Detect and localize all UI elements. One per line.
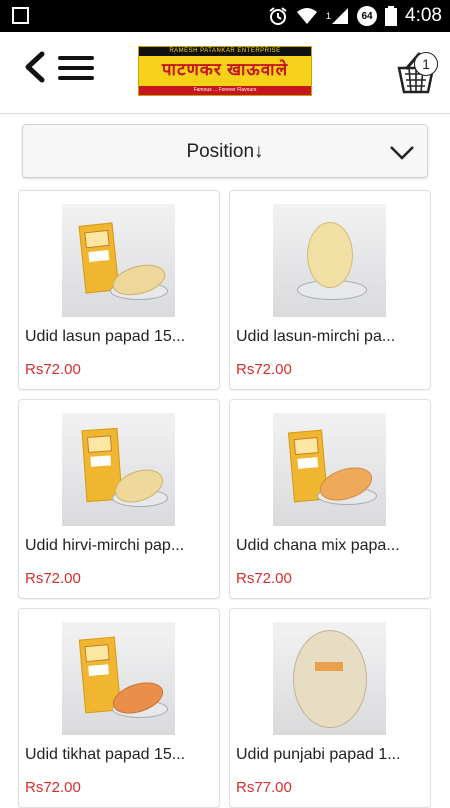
product-card[interactable]: Udid lasun papad 15... Rs72.00 [18,190,220,390]
chevron-down-icon [390,146,414,160]
product-image[interactable] [62,622,175,735]
product-image[interactable] [62,413,175,526]
status-bar: 1 64 4:08 [0,0,450,32]
product-image[interactable] [273,413,386,526]
product-price: Rs72.00 [25,779,81,796]
sort-dropdown[interactable]: Position↓ [22,124,428,178]
cart-count-badge[interactable]: 1 [414,52,438,76]
product-name[interactable]: Udid hirvi-mirchi pap... [25,537,213,555]
product-card[interactable]: Udid chana mix papa... Rs72.00 [229,399,431,599]
product-name[interactable]: Udid tikhat papad 15... [25,746,213,764]
recent-apps-icon [12,7,29,24]
status-icons: 1 64 4:08 [268,0,442,32]
product-image[interactable] [273,204,386,317]
product-price: Rs72.00 [25,361,81,378]
product-price: Rs72.00 [25,570,81,587]
sort-label: Position↓ [186,141,264,162]
product-card[interactable]: Udid lasun-mirchi pa... Rs72.00 [229,190,431,390]
product-price: Rs72.00 [236,361,292,378]
product-name[interactable]: Udid chana mix papa... [236,537,424,555]
logo-main-text: पाटणकर खाऊवाले [161,60,289,79]
notification-badge: 64 [357,6,378,26]
product-price: Rs72.00 [236,570,292,587]
product-image[interactable] [273,622,386,735]
back-arrow-icon[interactable] [20,50,50,84]
product-card[interactable]: Udid punjabi papad 1... Rs77.00 [229,608,431,808]
alarm-icon [268,6,288,26]
menu-icon[interactable] [58,54,94,82]
signal-icon: 1 [326,7,349,25]
product-card[interactable]: Udid hirvi-mirchi pap... Rs72.00 [18,399,220,599]
product-price: Rs77.00 [236,779,292,796]
logo-top-text: RAMESH PATANKAR ENTERPRISE [139,47,311,56]
product-name[interactable]: Udid lasun papad 15... [25,328,213,346]
product-name[interactable]: Udid punjabi papad 1... [236,746,424,764]
product-card[interactable]: Udid tikhat papad 15... Rs72.00 [18,608,220,808]
clock: 4:08 [405,5,442,26]
product-image[interactable] [62,204,175,317]
brand-logo[interactable]: RAMESH PATANKAR ENTERPRISE पाटणकर खाऊवाल… [138,46,312,96]
wifi-icon [296,7,318,25]
battery-icon [385,6,398,26]
product-name[interactable]: Udid lasun-mirchi pa... [236,328,424,346]
app-header: RAMESH PATANKAR ENTERPRISE पाटणकर खाऊवाल… [0,32,450,114]
logo-tag-text: Famous ... Forever Flavours [139,86,311,95]
